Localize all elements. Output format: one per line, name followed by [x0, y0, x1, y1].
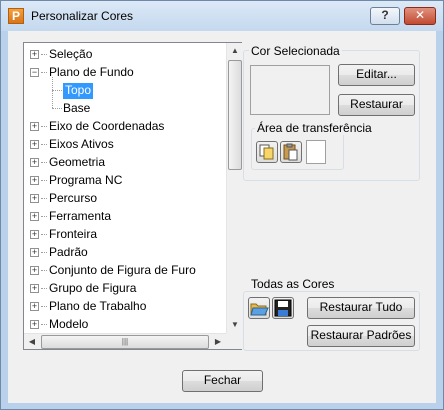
- expand-icon[interactable]: +: [30, 266, 39, 275]
- tree-item[interactable]: Seleção: [49, 47, 92, 63]
- scroll-corner: [226, 333, 242, 349]
- expand-icon[interactable]: +: [30, 230, 39, 239]
- tree-connector: [41, 270, 47, 271]
- horizontal-scroll-thumb[interactable]: |||: [41, 335, 209, 349]
- open-colors-button[interactable]: [248, 297, 270, 319]
- color-category-tree[interactable]: + Seleção − Plano de Fundo Topo Base + Eixo de …: [23, 42, 242, 350]
- selected-color-group-label: Cor Selecionada: [249, 44, 342, 58]
- tree-item[interactable]: Programa NC: [49, 173, 122, 189]
- tree-connector: [41, 162, 47, 163]
- tree-item[interactable]: Eixos Ativos: [49, 137, 114, 153]
- all-colors-group-label: Todas as Cores: [249, 277, 337, 291]
- tree-connector: [41, 216, 47, 217]
- tree-connector: [41, 180, 47, 181]
- expand-icon[interactable]: +: [30, 248, 39, 257]
- restore-color-button[interactable]: Restaurar: [338, 94, 415, 116]
- dialog-window: P Personalizar Cores ? ✕ + Seleção − Plano …: [0, 0, 444, 410]
- clipboard-group-label: Área de transferência: [255, 121, 374, 135]
- tree-connector: [41, 198, 47, 199]
- window-title: Personalizar Cores: [31, 9, 134, 23]
- paste-button[interactable]: [280, 141, 302, 163]
- title-bar[interactable]: P Personalizar Cores ? ✕: [1, 1, 443, 31]
- expand-icon[interactable]: +: [30, 320, 39, 329]
- copy-button[interactable]: [256, 141, 278, 163]
- expand-icon[interactable]: +: [30, 140, 39, 149]
- tree-item[interactable]: Ferramenta: [49, 209, 111, 225]
- tree-item[interactable]: Geometria: [49, 155, 105, 171]
- tree-item[interactable]: Plano de Fundo: [49, 65, 134, 81]
- tree-item[interactable]: Conjunto de Figura de Furo: [49, 263, 196, 279]
- tree-connector: [52, 90, 62, 91]
- restore-defaults-button[interactable]: Restaurar Padrões: [307, 325, 415, 347]
- save-icon: [274, 299, 292, 317]
- clipboard-color-preview: [306, 140, 326, 164]
- dialog-client-area: + Seleção − Plano de Fundo Topo Base + Eixo de …: [8, 31, 436, 403]
- edit-color-button[interactable]: Editar...: [338, 64, 415, 86]
- tree-connector: [41, 306, 47, 307]
- scroll-right-arrow-icon[interactable]: ▶: [210, 334, 226, 350]
- expand-icon[interactable]: +: [30, 284, 39, 293]
- expand-icon[interactable]: +: [30, 158, 39, 167]
- scroll-up-arrow-icon[interactable]: ▲: [227, 43, 243, 59]
- tree-connector: [41, 144, 47, 145]
- folder-open-icon: [250, 303, 269, 316]
- expand-icon[interactable]: +: [30, 50, 39, 59]
- collapse-icon[interactable]: −: [30, 68, 39, 77]
- tree-connector: [52, 108, 62, 109]
- close-button[interactable]: Fechar: [182, 370, 263, 392]
- scroll-left-arrow-icon[interactable]: ◀: [24, 334, 40, 350]
- vertical-scroll-thumb[interactable]: [228, 60, 242, 170]
- app-icon: P: [8, 8, 24, 24]
- restore-all-button[interactable]: Restaurar Tudo: [307, 297, 415, 319]
- tree-connector: [41, 252, 47, 253]
- tree-connector: [41, 288, 47, 289]
- tree-connector: [41, 324, 47, 325]
- tree-connector: [41, 234, 47, 235]
- tree-item[interactable]: Plano de Trabalho: [49, 299, 146, 315]
- tree-item[interactable]: Padrão: [49, 245, 88, 261]
- close-window-button[interactable]: ✕: [404, 7, 436, 25]
- tree-item[interactable]: Base: [63, 101, 90, 117]
- tree-item[interactable]: Percurso: [49, 191, 97, 207]
- tree-connector: [41, 126, 47, 127]
- expand-icon[interactable]: +: [30, 122, 39, 131]
- expand-icon[interactable]: +: [30, 302, 39, 311]
- tree-connector: [41, 72, 47, 73]
- tree-item[interactable]: Modelo: [49, 317, 88, 333]
- paste-icon: [283, 143, 298, 161]
- expand-icon[interactable]: +: [30, 194, 39, 203]
- color-swatch: [250, 65, 330, 115]
- tree-item[interactable]: Eixo de Coordenadas: [49, 119, 164, 135]
- expand-icon[interactable]: +: [30, 176, 39, 185]
- tree-connector: [52, 77, 53, 108]
- tree-item[interactable]: Topo: [63, 83, 94, 99]
- save-colors-button[interactable]: [272, 297, 294, 319]
- horizontal-scrollbar[interactable]: ◀ ||| ▶: [24, 333, 226, 349]
- tree-connector: [41, 54, 47, 55]
- tree-item[interactable]: Fronteira: [49, 227, 97, 243]
- help-button[interactable]: ?: [370, 7, 400, 25]
- scroll-down-arrow-icon[interactable]: ▼: [227, 317, 243, 333]
- tree-item[interactable]: Grupo de Figura: [49, 281, 136, 297]
- copy-icon: [259, 144, 274, 160]
- vertical-scrollbar[interactable]: ▲ ▼: [226, 43, 242, 333]
- expand-icon[interactable]: +: [30, 212, 39, 221]
